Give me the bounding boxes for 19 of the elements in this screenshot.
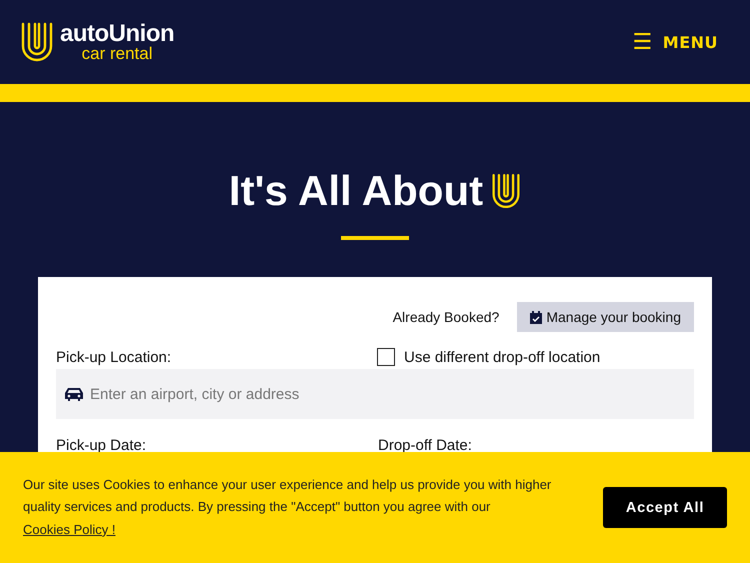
cookies-policy-link[interactable]: Cookies Policy ! [23, 522, 116, 537]
cookie-text: Our site uses Cookies to enhance your user experience and help us provide you with higher quality services and products. By pressing the "Accept" button you agree with our Cookies Policy ! [23, 476, 552, 539]
hero-title: It's All About [228, 168, 484, 214]
pickup-date-label: Pick-up Date: [56, 437, 148, 454]
dropoff-date-label: Drop-off Date: [378, 437, 472, 454]
logo-icon [491, 173, 522, 209]
title-underline [341, 236, 409, 240]
different-dropoff-label: Use different drop-off location [404, 348, 600, 366]
logo-tagline: car rental [82, 45, 152, 62]
already-booked-text: Already Booked? [392, 309, 500, 325]
logo-name: autoUnion [60, 22, 174, 46]
location-field[interactable]: Enter an airport, city or address [56, 369, 694, 419]
pickup-location-label: Pick-up Location: [56, 348, 172, 366]
logo-icon [20, 22, 54, 62]
menu-button[interactable]: ☰ MENU [632, 30, 718, 54]
calendar-icon [530, 310, 542, 324]
checkbox[interactable] [377, 348, 395, 366]
accept-all-button[interactable]: Accept All [603, 487, 727, 528]
manage-booking-button[interactable]: Manage your booking [517, 302, 694, 332]
